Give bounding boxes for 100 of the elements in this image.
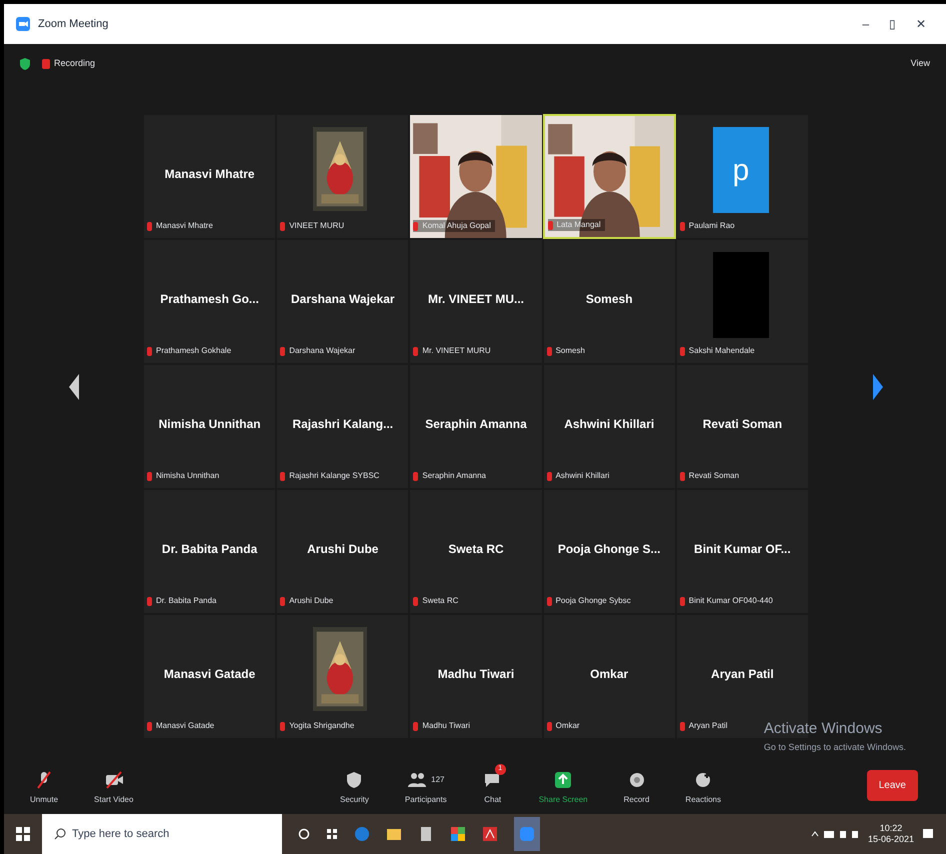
participant-label: Komal Ahuja Gopal [422, 220, 491, 232]
participant-label: Darshana Wajekar [289, 345, 356, 357]
participant-label: Revati Soman [688, 470, 740, 482]
participant-label: Omkar [556, 720, 580, 732]
participant-name: Nimisha Unnithan [158, 416, 262, 433]
participant-label: Aryan Patil [688, 720, 728, 732]
muted-mic-icon [280, 722, 286, 730]
participant-name: Somesh [584, 291, 634, 308]
participant-label: Manasvi Gatade [156, 720, 214, 732]
muted-mic-icon [546, 472, 552, 480]
muted-mic-icon [413, 346, 418, 356]
muted-mic-icon [413, 596, 418, 606]
participant-label: Mr. VINEET MURU [422, 345, 491, 357]
left-arrow-icon[interactable] [68, 374, 78, 400]
maximize-button[interactable]: ▯ [889, 15, 896, 33]
toolbar-button[interactable]: Share Screen [532, 764, 594, 806]
cortana-icon[interactable] [298, 828, 310, 840]
participant-name: Rajashri Kalang... [291, 416, 394, 433]
tray-icons[interactable] [810, 829, 860, 839]
search-icon [54, 828, 66, 840]
participant-label: Nimisha Unnithan [156, 470, 220, 482]
muted-mic-icon [147, 222, 152, 230]
recording-label: Recording [54, 57, 96, 70]
document-icon[interactable] [418, 826, 434, 842]
clock-time: 10:22 [880, 822, 902, 834]
muted-mic-icon [147, 722, 152, 730]
participant-name: Ashwini Khillari [563, 416, 656, 433]
toolbar-button[interactable]: Record [618, 764, 656, 806]
participant-label: Madhu Tiwari [422, 720, 470, 732]
activation-title: Activate Windows [764, 719, 884, 739]
participant-name: Binit Kumar OF... [693, 541, 792, 558]
search-field[interactable]: Type here to search [42, 814, 282, 854]
muted-mic-icon [680, 222, 685, 230]
task-view-icon[interactable] [326, 828, 338, 840]
pdf-icon[interactable] [482, 826, 498, 842]
participant-label: VINEET MURU [289, 220, 344, 232]
muted-mic-icon [546, 596, 552, 606]
participant-name: Omkar [589, 666, 630, 683]
windows-start-icon[interactable] [16, 827, 30, 841]
muted-mic-icon [280, 472, 286, 480]
muted-mic-icon [147, 346, 152, 356]
end-button[interactable]: Leave [866, 770, 918, 800]
window-title: Zoom Meeting [38, 16, 108, 32]
shield-icon[interactable] [20, 58, 30, 70]
participant-name: Sweta RC [447, 541, 505, 558]
participant-name: Aryan Patil [710, 666, 775, 683]
store-icon[interactable] [450, 826, 466, 842]
muted-mic-icon [413, 722, 418, 730]
muted-mic-icon [280, 346, 286, 356]
participant-count: 127 [431, 774, 444, 786]
app-icon [16, 17, 30, 31]
participant-label: Rajashri Kalange SYBSC [289, 470, 380, 482]
muted-mic-icon [548, 220, 553, 230]
avatar-logo: p [712, 127, 769, 213]
participant-label: Manasvi Mhatre [156, 220, 213, 232]
clock-date: 15-06-2021 [868, 834, 914, 846]
close-button[interactable]: ✕ [916, 15, 926, 33]
participant-label: Prathamesh Gokhale [156, 345, 232, 357]
toolbar-button[interactable]: Reactions [679, 764, 727, 806]
participant-label: Sakshi Mahendale [688, 345, 755, 357]
activation-text: Go to Settings to activate Windows. [764, 740, 906, 754]
participant-name: Prathamesh Go... [159, 291, 260, 308]
camera-icon [104, 770, 124, 790]
participant-label: Dr. Babita Panda [156, 595, 216, 607]
toolbar-button[interactable]: Unmute [24, 764, 64, 806]
muted-mic-icon [413, 222, 418, 230]
participant-label: Arushi Dube [289, 595, 334, 607]
participant-label: Binit Kumar OF040-440 [688, 595, 773, 607]
participant-name: Mr. VINEET MU... [426, 291, 525, 308]
participant-name: Manasvi Gatade [162, 666, 256, 683]
participant-label: Paulami Rao [688, 220, 735, 232]
muted-mic-icon [680, 722, 685, 730]
notification-icon[interactable] [922, 828, 934, 840]
right-arrow-icon[interactable] [872, 374, 882, 400]
browser-icon[interactable] [354, 826, 370, 842]
participant-name: Manasvi Mhatre [164, 166, 256, 183]
participant-name: Pooja Ghonge S... [556, 541, 662, 558]
folder-icon[interactable] [386, 826, 402, 842]
share-icon [553, 770, 574, 790]
participant-label: Ashwini Khillari [556, 470, 610, 482]
participant-label: Sweta RC [422, 595, 458, 607]
muted-mic-icon [413, 472, 418, 480]
toolbar-button[interactable]: 127 Participants [398, 764, 453, 806]
participant-label: Yogita Shrigandhe [289, 720, 354, 732]
participant-name: Arushi Dube [306, 541, 380, 558]
minimize-button[interactable]: – [862, 15, 869, 33]
view-button[interactable]: View [910, 57, 930, 71]
participant-name: Revati Soman [702, 416, 784, 433]
participant-name: Dr. Babita Panda [160, 541, 258, 558]
participant-label: Pooja Ghonge Sybsc [556, 595, 631, 607]
muted-mic-icon [680, 346, 685, 356]
participant-label: Seraphin Amanna [422, 470, 486, 482]
toolbar-button[interactable]: Security [334, 764, 375, 806]
toolbar-button[interactable]: Start Video [88, 764, 140, 806]
muted-mic-icon [546, 722, 552, 730]
record-icon [42, 59, 50, 69]
people-icon [407, 770, 428, 790]
participant-name: Seraphin Amanna [424, 416, 528, 433]
muted-mic-icon [280, 596, 286, 606]
participant-label: Somesh [556, 345, 585, 357]
